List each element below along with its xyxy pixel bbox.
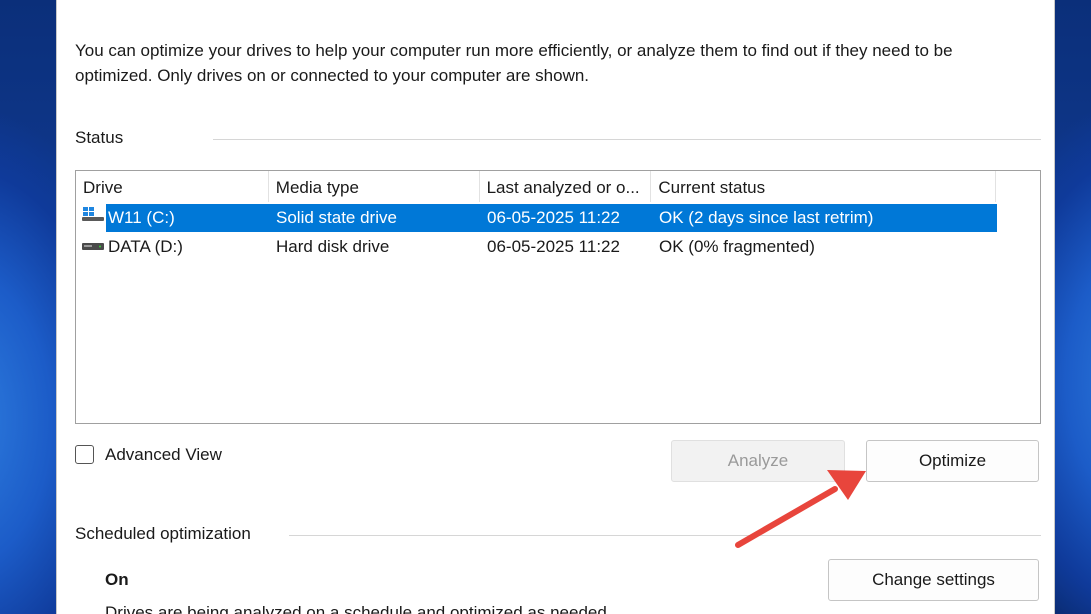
scheduled-section-title: Scheduled optimization — [75, 524, 251, 543]
scheduled-section-divider — [289, 535, 1041, 536]
column-header-last-analyzed[interactable]: Last analyzed or o... — [480, 171, 652, 202]
intro-text: You can optimize your drives to help you… — [75, 41, 953, 85]
drive-list[interactable]: Drive Media type Last analyzed or o... C… — [75, 170, 1041, 424]
last-analyzed: 06-05-2025 11:22 — [487, 237, 620, 256]
last-analyzed: 06-05-2025 11:22 — [487, 208, 620, 227]
drive-name: W11 (C:) — [108, 208, 175, 227]
advanced-view-label[interactable]: Advanced View — [105, 445, 222, 465]
schedule-state: On — [105, 570, 129, 589]
advanced-view-checkbox[interactable] — [75, 445, 94, 464]
schedule-description: Drives are being analyzed on a schedule … — [105, 603, 612, 614]
media-type: Hard disk drive — [276, 237, 390, 256]
drive-list-header: Drive Media type Last analyzed or o... C… — [76, 171, 996, 202]
hard-drive-icon — [82, 243, 104, 250]
optimize-drives-dialog: You can optimize your drives to help you… — [56, 0, 1055, 614]
optimize-button[interactable]: Optimize — [866, 440, 1039, 482]
column-header-current-status[interactable]: Current status — [651, 171, 996, 202]
change-settings-button[interactable]: Change settings — [828, 559, 1039, 601]
analyze-button[interactable]: Analyze — [671, 440, 845, 482]
status-section-divider — [213, 139, 1041, 140]
current-status: OK (2 days since last retrim) — [659, 208, 874, 227]
status-section-title: Status — [75, 128, 124, 147]
drive-row-c[interactable]: W11 (C:) Solid state drive 06-05-2025 11… — [106, 204, 997, 232]
current-status: OK (0% fragmented) — [659, 237, 815, 256]
column-header-drive[interactable]: Drive — [76, 171, 269, 202]
column-header-media-type[interactable]: Media type — [269, 171, 480, 202]
drive-name: DATA (D:) — [108, 237, 183, 256]
media-type: Solid state drive — [276, 208, 397, 227]
drive-row-d[interactable]: DATA (D:) Hard disk drive 06-05-2025 11:… — [106, 233, 997, 261]
windows-drive-icon — [82, 207, 104, 221]
